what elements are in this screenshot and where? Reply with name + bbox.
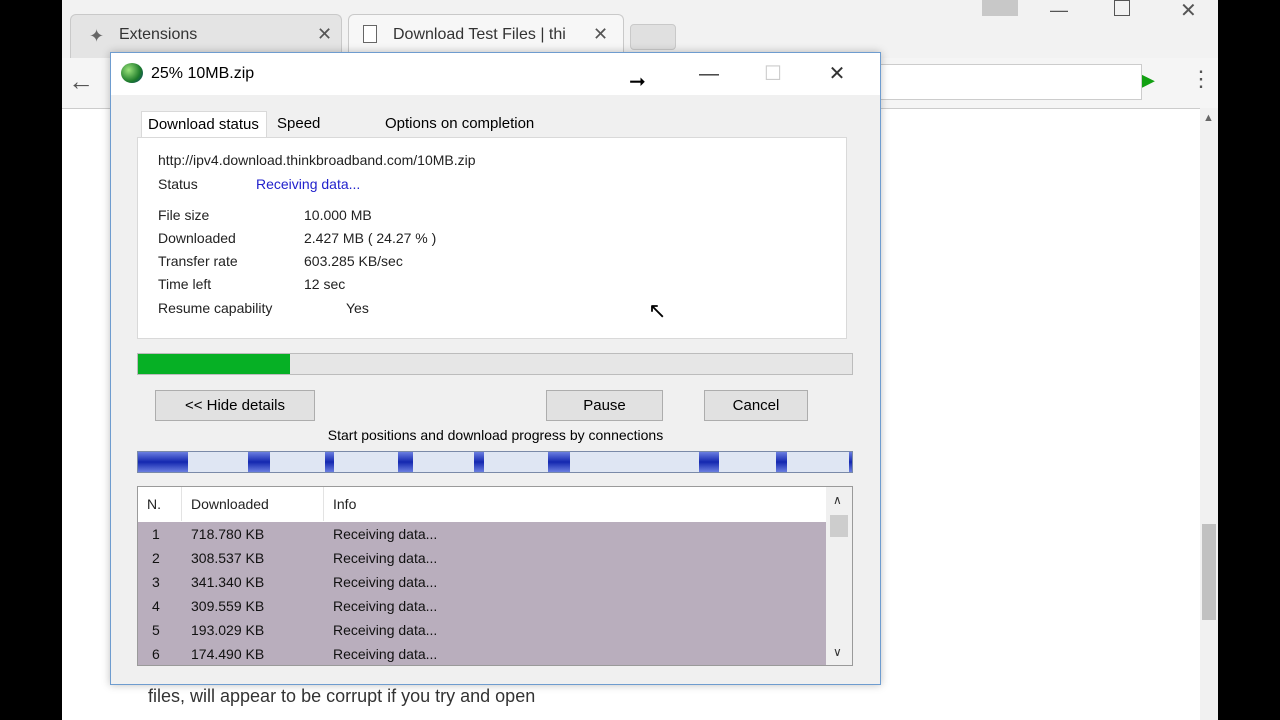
- download-progress-fill: [138, 354, 290, 374]
- time-left-label: Time left: [158, 276, 212, 292]
- connection-segment: [398, 452, 413, 472]
- resume-capability-value: Yes: [346, 300, 369, 316]
- back-arrow-icon[interactable]: ←: [68, 66, 94, 97]
- minimize-icon[interactable]: —: [1050, 0, 1068, 21]
- row-info: Receiving data...: [333, 622, 438, 638]
- column-header-downloaded[interactable]: Downloaded: [182, 487, 324, 521]
- row-number: 5: [152, 622, 160, 638]
- connection-segment: [849, 452, 852, 472]
- dialog-title: 25% 10MB.zip: [151, 65, 255, 82]
- resume-capability-label: Resume capability: [158, 300, 273, 316]
- row-info: Receiving data...: [333, 574, 438, 590]
- chevron-up-icon[interactable]: ∧: [833, 493, 842, 507]
- row-downloaded: 193.029 KB: [191, 622, 265, 638]
- connection-segment: [325, 452, 334, 472]
- row-info: Receiving data...: [333, 550, 438, 566]
- row-info: Receiving data...: [333, 598, 438, 614]
- new-tab-button[interactable]: [630, 24, 676, 50]
- connections-progress-bar: [137, 451, 853, 473]
- row-number: 3: [152, 574, 160, 590]
- page-icon: [363, 25, 377, 43]
- row-downloaded: 341.340 KB: [191, 574, 265, 590]
- row-downloaded: 174.490 KB: [191, 646, 265, 662]
- download-progress-bar: [137, 353, 853, 375]
- download-dialog: 25% 10MB.zip ➞ — ☐ ✕ Download status Spe…: [110, 52, 881, 685]
- dialog-titlebar: 25% 10MB.zip ➞ — ☐ ✕: [111, 53, 880, 95]
- connection-segment: [248, 452, 270, 472]
- tab-speed-limiter[interactable]: Speed Limiter: [271, 111, 375, 158]
- page-body-text: files, will appear to be corrupt if you …: [148, 686, 536, 706]
- row-downloaded: 309.559 KB: [191, 598, 265, 614]
- list-scroll-thumb[interactable]: [830, 515, 848, 537]
- profile-icon[interactable]: [982, 0, 1018, 16]
- downloaded-label: Downloaded: [158, 230, 236, 246]
- maximize-button: ☐: [764, 63, 782, 85]
- list-item[interactable]: 1 718.780 KB Receiving data...: [138, 522, 826, 546]
- tab-label: Extensions: [119, 26, 198, 43]
- connection-segment: [474, 452, 484, 472]
- status-label: Status: [158, 176, 198, 192]
- close-icon[interactable]: ✕: [593, 24, 608, 45]
- pause-button[interactable]: Pause: [546, 390, 663, 421]
- minimize-button[interactable]: —: [689, 59, 729, 89]
- row-info: Receiving data...: [333, 526, 438, 542]
- tab-strip: ✦ Extensions ✕ Download Test Files | thi…: [62, 0, 1218, 58]
- column-header-n[interactable]: N.: [138, 487, 182, 521]
- connection-segment: [548, 452, 570, 472]
- chevron-down-icon[interactable]: ∨: [833, 645, 842, 659]
- connections-caption: Start positions and download progress by…: [327, 427, 664, 443]
- close-window-icon[interactable]: ✕: [1180, 0, 1197, 23]
- list-item[interactable]: 2 308.537 KB Receiving data...: [138, 546, 826, 570]
- row-number: 2: [152, 550, 160, 566]
- mouse-cursor-icon: ↖: [648, 298, 667, 323]
- list-scrollbar[interactable]: ∧ ∨: [826, 487, 852, 665]
- row-downloaded: 308.537 KB: [191, 550, 265, 566]
- tab-download-status[interactable]: Download status: [141, 111, 267, 137]
- time-left-value: 12 sec: [304, 276, 346, 292]
- transfer-rate-value: 603.285 KB/sec: [304, 253, 403, 269]
- page-scrollbar[interactable]: ▲: [1200, 108, 1218, 720]
- download-url: http://ipv4.download.thinkbroadband.com/…: [158, 152, 476, 168]
- close-button[interactable]: ✕: [817, 59, 857, 89]
- scroll-up-icon[interactable]: ▲: [1203, 112, 1214, 124]
- file-size-value: 10.000 MB: [304, 207, 372, 223]
- list-item[interactable]: 6 174.490 KB Receiving data...: [138, 642, 826, 665]
- row-number: 1: [152, 526, 160, 542]
- idm-app-icon: [121, 63, 143, 83]
- maximize-icon[interactable]: [1114, 0, 1130, 16]
- menu-dots-icon[interactable]: ⋮: [1190, 66, 1212, 92]
- connection-segment: [138, 452, 188, 472]
- download-status-panel: http://ipv4.download.thinkbroadband.com/…: [137, 137, 847, 339]
- cancel-button[interactable]: Cancel: [704, 390, 808, 421]
- row-info: Receiving data...: [333, 646, 438, 662]
- list-item[interactable]: 3 341.340 KB Receiving data...: [138, 570, 826, 594]
- close-icon[interactable]: ✕: [317, 24, 332, 45]
- address-bar[interactable]: [872, 64, 1142, 100]
- puzzle-icon: ✦: [89, 26, 105, 46]
- tab-label: Download Test Files | thi: [393, 26, 566, 43]
- file-size-label: File size: [158, 207, 210, 223]
- hide-details-button[interactable]: << Hide details: [155, 390, 315, 421]
- connections-list[interactable]: N. Downloaded Info 1 718.780 KB Receivin…: [137, 486, 853, 666]
- connection-segment: [699, 452, 719, 472]
- downloaded-value: 2.427 MB ( 24.27 % ): [304, 230, 437, 246]
- list-item[interactable]: 4 309.559 KB Receiving data...: [138, 594, 826, 618]
- column-header-info[interactable]: Info: [324, 487, 826, 521]
- transfer-rate-label: Transfer rate: [158, 253, 238, 269]
- arrow-icon: ➞: [629, 71, 646, 93]
- connection-segment: [776, 452, 787, 472]
- tab-options-on-completion[interactable]: Options on completion: [379, 111, 545, 137]
- status-value: Receiving data...: [256, 176, 361, 192]
- row-number: 4: [152, 598, 160, 614]
- list-item[interactable]: 5 193.029 KB Receiving data...: [138, 618, 826, 642]
- row-downloaded: 718.780 KB: [191, 526, 265, 542]
- page-scroll-thumb[interactable]: [1202, 524, 1216, 620]
- row-number: 6: [152, 646, 160, 662]
